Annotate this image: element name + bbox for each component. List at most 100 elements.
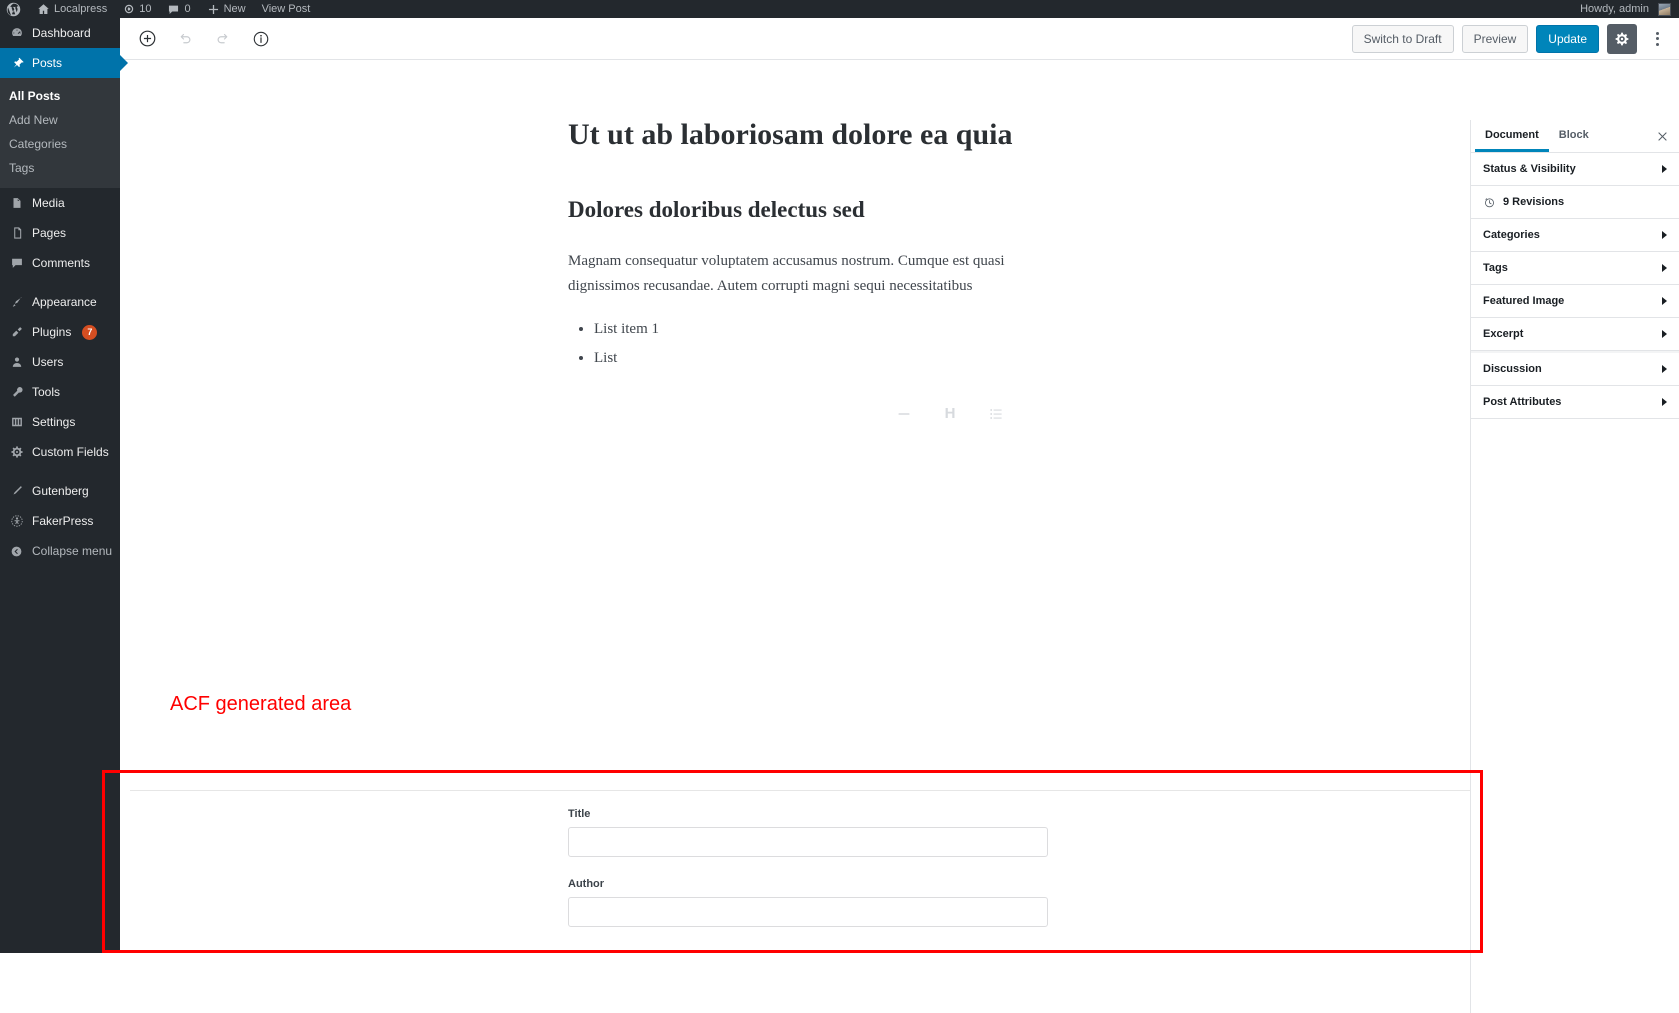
dashboard-icon bbox=[9, 26, 24, 40]
view-post-link[interactable]: View Post bbox=[254, 0, 319, 18]
settings-tab-bar: Document Block bbox=[1471, 120, 1679, 153]
sidebar-item-pages[interactable]: Pages bbox=[0, 218, 120, 248]
sidebar-item-label: Plugins bbox=[32, 325, 72, 339]
collapse-menu-label: Collapse menu bbox=[32, 544, 113, 558]
sidebar-subitem-all-posts[interactable]: All Posts bbox=[0, 84, 120, 108]
revisions-link[interactable]: 9 Revisions bbox=[1471, 186, 1679, 219]
post-heading-block[interactable]: Dolores doloribus delectus sed bbox=[568, 194, 1048, 225]
sidebar-item-posts[interactable]: Posts bbox=[0, 48, 128, 78]
pin-icon bbox=[9, 56, 24, 70]
redo-icon[interactable] bbox=[206, 22, 240, 56]
chevron-right-icon bbox=[1662, 231, 1667, 239]
undo-icon[interactable] bbox=[168, 22, 202, 56]
avatar bbox=[1658, 2, 1671, 16]
acf-annotation-label: ACF generated area bbox=[170, 693, 352, 715]
sidebar-subitem-tags[interactable]: Tags bbox=[0, 156, 120, 180]
plugins-update-badge: 7 bbox=[82, 324, 98, 340]
account-label: Howdy, admin bbox=[1580, 3, 1649, 15]
preview-button[interactable]: Preview bbox=[1461, 24, 1529, 53]
comment-icon bbox=[9, 256, 24, 270]
sidebar-item-label: Users bbox=[32, 355, 64, 369]
kebab-menu-icon[interactable] bbox=[1645, 24, 1669, 54]
tab-document[interactable]: Document bbox=[1475, 121, 1549, 152]
switch-to-draft-button[interactable]: Switch to Draft bbox=[1351, 24, 1454, 53]
acf-field-spacer bbox=[568, 857, 1048, 878]
site-name-menu[interactable]: Localpress bbox=[29, 0, 115, 18]
sidebar-item-fakerpress[interactable]: FakerPress bbox=[0, 506, 120, 536]
sidebar-item-plugins[interactable]: Plugins 7 bbox=[0, 317, 120, 347]
account-menu[interactable]: Howdy, admin bbox=[1572, 0, 1679, 18]
acf-field-title: Title bbox=[568, 808, 1048, 857]
panel-label: Featured Image bbox=[1483, 295, 1565, 307]
sidebar-item-label: Posts bbox=[32, 56, 63, 70]
updates-menu[interactable]: 10 bbox=[115, 0, 159, 18]
sidebar-item-label: Dashboard bbox=[32, 26, 91, 40]
tab-block[interactable]: Block bbox=[1549, 121, 1599, 152]
update-button[interactable]: Update bbox=[1536, 24, 1599, 53]
panel-label: Categories bbox=[1483, 229, 1540, 241]
new-content-menu[interactable]: New bbox=[199, 0, 254, 18]
settings-gear-icon[interactable] bbox=[1607, 23, 1637, 54]
collapse-menu-button[interactable]: Collapse menu bbox=[0, 536, 120, 566]
site-name-label: Localpress bbox=[54, 3, 108, 15]
panel-post-attributes[interactable]: Post Attributes bbox=[1471, 386, 1679, 419]
post-paragraph-block[interactable]: Magnam consequatur voluptatem accusamus … bbox=[568, 249, 1048, 299]
revisions-label: 9 Revisions bbox=[1503, 196, 1565, 208]
close-icon[interactable] bbox=[1649, 123, 1675, 149]
paragraph-block-icon[interactable] bbox=[892, 402, 916, 426]
acf-field-label: Author bbox=[568, 878, 605, 890]
chevron-right-icon bbox=[1662, 297, 1667, 305]
view-post-label: View Post bbox=[261, 3, 311, 15]
post-content-wrapper: Ut ut ab laboriosam dolore ea quia Dolor… bbox=[568, 60, 1048, 426]
sidebar-item-dashboard[interactable]: Dashboard bbox=[0, 18, 120, 48]
panel-categories[interactable]: Categories bbox=[1471, 219, 1679, 252]
list-item[interactable]: List item 1 bbox=[594, 317, 1048, 341]
sidebar-subitem-add-new[interactable]: Add New bbox=[0, 108, 120, 132]
chevron-right-icon bbox=[1662, 264, 1667, 272]
list-block-icon[interactable] bbox=[984, 402, 1008, 426]
settings-sidebar: Document Block Status & Visibility 9 Rev… bbox=[1470, 120, 1679, 1013]
panel-label: Tags bbox=[1483, 262, 1508, 274]
panel-label: Discussion bbox=[1483, 363, 1542, 375]
pages-icon bbox=[9, 226, 24, 240]
chevron-right-icon bbox=[1662, 330, 1667, 338]
panel-featured-image[interactable]: Featured Image bbox=[1471, 285, 1679, 318]
sidebar-item-tools[interactable]: Tools bbox=[0, 377, 120, 407]
panel-status-visibility[interactable]: Status & Visibility bbox=[1471, 153, 1679, 186]
wp-logo-button[interactable] bbox=[0, 0, 29, 18]
list-item[interactable]: List bbox=[594, 346, 1048, 370]
acf-divider bbox=[130, 790, 1470, 791]
sidebar-item-media[interactable]: Media bbox=[0, 188, 120, 218]
clock-icon bbox=[1483, 196, 1496, 209]
panel-discussion[interactable]: Discussion bbox=[1471, 353, 1679, 386]
media-icon bbox=[9, 196, 24, 210]
add-block-icon[interactable] bbox=[130, 22, 164, 56]
sidebar-item-custom-fields[interactable]: Custom Fields bbox=[0, 437, 120, 467]
panel-tags[interactable]: Tags bbox=[1471, 252, 1679, 285]
title-field[interactable] bbox=[568, 827, 1048, 857]
wrench-icon bbox=[9, 385, 24, 399]
acf-metabox-region: Title Author bbox=[120, 768, 1470, 953]
chevron-right-icon bbox=[1662, 398, 1667, 406]
comments-menu[interactable]: 0 bbox=[159, 0, 198, 18]
sidebar-item-comments[interactable]: Comments bbox=[0, 248, 120, 278]
post-list-block[interactable]: List item 1 List bbox=[568, 317, 1048, 370]
editor-canvas: Ut ut ab laboriosam dolore ea quia Dolor… bbox=[120, 60, 1470, 953]
author-field[interactable] bbox=[568, 897, 1048, 927]
sidebar-item-users[interactable]: Users bbox=[0, 347, 120, 377]
sidebar-item-settings[interactable]: Settings bbox=[0, 407, 120, 437]
settings-icon bbox=[9, 415, 24, 429]
info-icon[interactable] bbox=[244, 22, 278, 56]
panel-excerpt[interactable]: Excerpt bbox=[1471, 318, 1679, 351]
post-title[interactable]: Ut ut ab laboriosam dolore ea quia bbox=[568, 115, 1048, 154]
heading-block-icon[interactable]: H bbox=[938, 402, 962, 426]
heading-block-glyph: H bbox=[944, 405, 956, 423]
editor-toolbar-left bbox=[120, 22, 278, 56]
collapse-arrow-icon bbox=[9, 545, 24, 558]
sidebar-item-gutenberg[interactable]: Gutenberg bbox=[0, 476, 120, 506]
sidebar-subitem-categories[interactable]: Categories bbox=[0, 132, 120, 156]
admin-bar: Localpress 10 0 New View Post Howdy, adm… bbox=[0, 0, 1679, 18]
new-content-label: New bbox=[223, 3, 246, 15]
panel-label: Status & Visibility bbox=[1483, 163, 1576, 175]
sidebar-item-appearance[interactable]: Appearance bbox=[0, 287, 120, 317]
